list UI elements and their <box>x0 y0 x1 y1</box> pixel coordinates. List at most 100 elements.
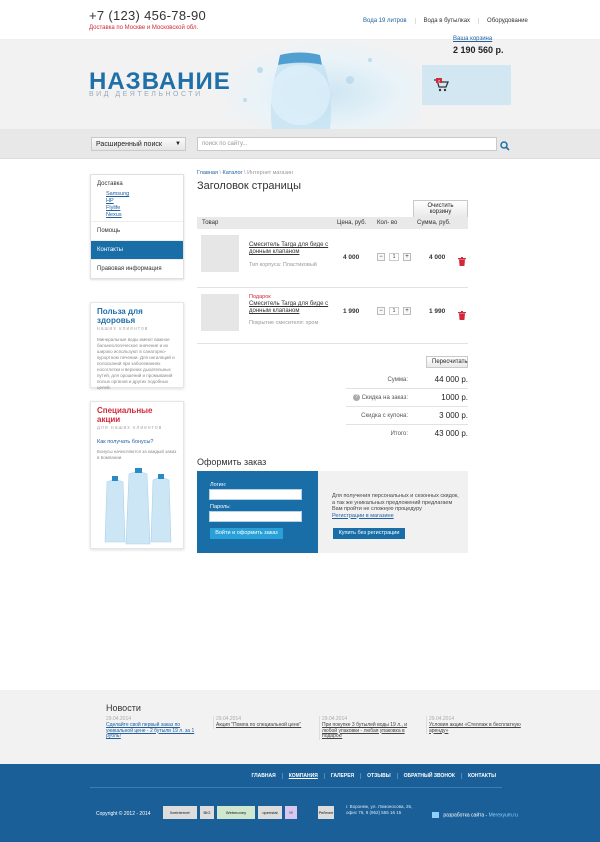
qty-minus-button[interactable]: − <box>377 253 385 261</box>
product-thumbnail[interactable] <box>201 235 239 272</box>
qty-plus-button[interactable]: + <box>403 253 411 261</box>
top-nav-bottled-water[interactable]: Вода в бутылках <box>414 18 479 24</box>
register-link[interactable]: Регистрации в магазине <box>332 513 462 520</box>
top-nav-water-19[interactable]: Вода 19 литров <box>355 18 415 24</box>
total-value: 1000 р. <box>441 393 468 402</box>
gift-label: Подарок <box>249 294 271 300</box>
recalculate-button[interactable]: Пересчитать <box>426 356 468 368</box>
news-title: Новости <box>106 703 141 713</box>
counter-badge[interactable]: Рейтинг <box>318 806 334 819</box>
sidebar-subitem-samsung[interactable]: Samsung <box>91 190 183 197</box>
breadcrumb: Главная \ Каталог \ Интернет магазин <box>197 170 294 176</box>
footer-nav-gallery[interactable]: ГАЛЕРЕЯ <box>323 773 360 779</box>
qty-minus-button[interactable]: − <box>377 307 385 315</box>
developer-credit: разработка сайта - Merexyum.ru <box>432 812 518 818</box>
col-price: Цена, руб. <box>337 220 367 226</box>
cart-table-header: Товар Цена, руб. Кол- во Сумма, руб. <box>197 217 468 229</box>
col-qty: Кол- во <box>377 220 398 226</box>
news-link[interactable]: Сделайте свой первый заказ по уникальной… <box>106 722 202 740</box>
qty-plus-button[interactable]: + <box>403 307 411 315</box>
trash-icon[interactable] <box>458 253 466 271</box>
folder-icon <box>432 812 439 818</box>
search-icon[interactable] <box>500 138 510 156</box>
footer-nav-company[interactable]: КОМПАНИЯ <box>281 773 324 779</box>
col-product: Товар <box>202 220 219 226</box>
advanced-search-dropdown[interactable]: Расширенный поиск ▼ <box>91 137 186 151</box>
header-phone: +7 (123) 456-78-90 <box>89 8 207 23</box>
password-label: Пароль: <box>210 504 231 510</box>
bottles-image <box>99 462 177 546</box>
developer-text: разработка сайта - <box>443 812 488 819</box>
login-label: Логин: <box>210 482 227 488</box>
promo-box-title: Специальные акции <box>97 406 153 424</box>
info-icon[interactable]: ? <box>353 394 360 401</box>
table-row: Смеситель Targa для биде с донным клапан… <box>197 232 468 288</box>
cart-link[interactable]: Ваша корзина <box>453 36 492 42</box>
promo-box-text: Бонусы начисляются за каждый заказ в Ком… <box>97 449 177 460</box>
total-label: Скидка на заказ: <box>361 395 408 401</box>
product-name[interactable]: Смеситель Targa для биде с донным клапан… <box>249 301 329 315</box>
buy-without-registration-button[interactable]: Купить без регистрации <box>333 528 405 539</box>
breadcrumb-current: Интернет магазин <box>247 170 294 176</box>
total-label: Итого: <box>390 431 408 437</box>
table-row: Подарок Смеситель Targa для биде с донны… <box>197 288 468 344</box>
footer-nav-home[interactable]: ГЛАВНАЯ <box>245 773 281 779</box>
login-checkout-button[interactable]: Войти и оформить заказ <box>210 528 283 539</box>
site-header: НАЗВАНИЕ вид деятельности 2 <box>0 40 600 129</box>
news-link[interactable]: Акция "Помпа по специальной цене" <box>216 722 309 729</box>
promo-box-subtitle: для наших клиентов <box>97 425 163 431</box>
trash-icon[interactable] <box>458 307 466 325</box>
sidebar-item-legal[interactable]: Правовая информация <box>91 260 183 278</box>
product-name[interactable]: Смеситель Targa для биде с донным клапан… <box>249 242 329 256</box>
cart-icon[interactable]: 2 <box>433 78 449 97</box>
qty-value[interactable]: 1 <box>389 307 399 315</box>
sidebar-nav: Доставка Samsung HP Flylife Nexus Помощь… <box>90 174 184 279</box>
total-value: 43 000 р. <box>434 429 468 438</box>
footer-nav-callback[interactable]: ОБРАТНЫЙ ЗВОНОК <box>396 773 461 779</box>
search-bar: Расширенный поиск ▼ поиск по сайту... <box>0 129 600 159</box>
quantity-stepper: − 1 + <box>377 253 411 261</box>
product-price: 4 000 <box>343 254 360 261</box>
register-description: Для получения персональных и сезонных ск… <box>332 493 459 512</box>
product-price: 1 990 <box>343 308 360 315</box>
health-box-title: Польза для здоровья <box>97 307 143 325</box>
sidebar-subitem-flylife[interactable]: Flylife <box>91 204 183 211</box>
counter-badge[interactable]: Webmoney <box>217 806 255 819</box>
counter-badge[interactable]: BIG <box>200 806 214 819</box>
bonus-link[interactable]: Как получать бонусы? <box>91 432 183 447</box>
chevron-down-icon: ▼ <box>175 141 181 147</box>
health-box: Польза для здоровья наших клиентов Минер… <box>90 302 184 390</box>
breadcrumb-catalog[interactable]: Каталог <box>223 170 243 176</box>
qty-value[interactable]: 1 <box>389 253 399 261</box>
total-row: Скидка с купона: 3 000 р. <box>346 407 468 425</box>
promo-box: Специальные акции для наших клиентов Как… <box>90 401 184 549</box>
news-link[interactable]: При покупке 3 бутылей воды 19 л., и любо… <box>322 722 415 740</box>
developer-link[interactable]: Merexyum.ru <box>489 812 518 818</box>
login-input[interactable] <box>209 489 302 500</box>
sidebar-item-contacts[interactable]: Контакты <box>91 241 183 260</box>
delivery-note: Доставка по Москве и Московской обл. <box>89 25 199 31</box>
footer-nav-reviews[interactable]: ОТЗЫВЫ <box>360 773 396 779</box>
sidebar-item-delivery[interactable]: Доставка <box>91 175 183 190</box>
news-link[interactable]: Условия акции «Стеллаж в бесплатную арен… <box>429 722 522 734</box>
footer-divider <box>90 787 502 788</box>
sidebar-subitem-nexus[interactable]: Nexus <box>91 211 183 222</box>
register-text: Для получения персональных и сезонных ск… <box>332 493 462 519</box>
counter-badge[interactable]: liveinternet <box>163 806 197 819</box>
news-item: 29.04.2014 При покупке 3 бутылей воды 19… <box>319 716 415 740</box>
top-nav-equipment[interactable]: Оборудование <box>478 18 536 24</box>
total-row: ? Скидка на заказ: 1000 р. <box>346 389 468 407</box>
password-input[interactable] <box>209 511 302 522</box>
search-input[interactable]: поиск по сайту... <box>197 137 497 151</box>
breadcrumb-home[interactable]: Главная <box>197 170 218 176</box>
sidebar-item-help[interactable]: Помощь <box>91 222 183 241</box>
product-thumbnail[interactable] <box>201 294 239 331</box>
counter-badge[interactable]: !!! <box>285 806 297 819</box>
counter-badge[interactable]: openstat <box>258 806 282 819</box>
clear-cart-button[interactable]: Очистить корзину <box>413 200 468 218</box>
footer-nav-contacts[interactable]: КОНТАКТЫ <box>460 773 502 779</box>
product-sum: 1 990 <box>429 308 446 315</box>
sidebar-subitem-hp[interactable]: HP <box>91 197 183 204</box>
footer-nav: ГЛАВНАЯ КОМПАНИЯ ГАЛЕРЕЯ ОТЗЫВЫ ОБРАТНЫЙ… <box>245 773 502 779</box>
product-sum: 4 000 <box>429 254 446 261</box>
